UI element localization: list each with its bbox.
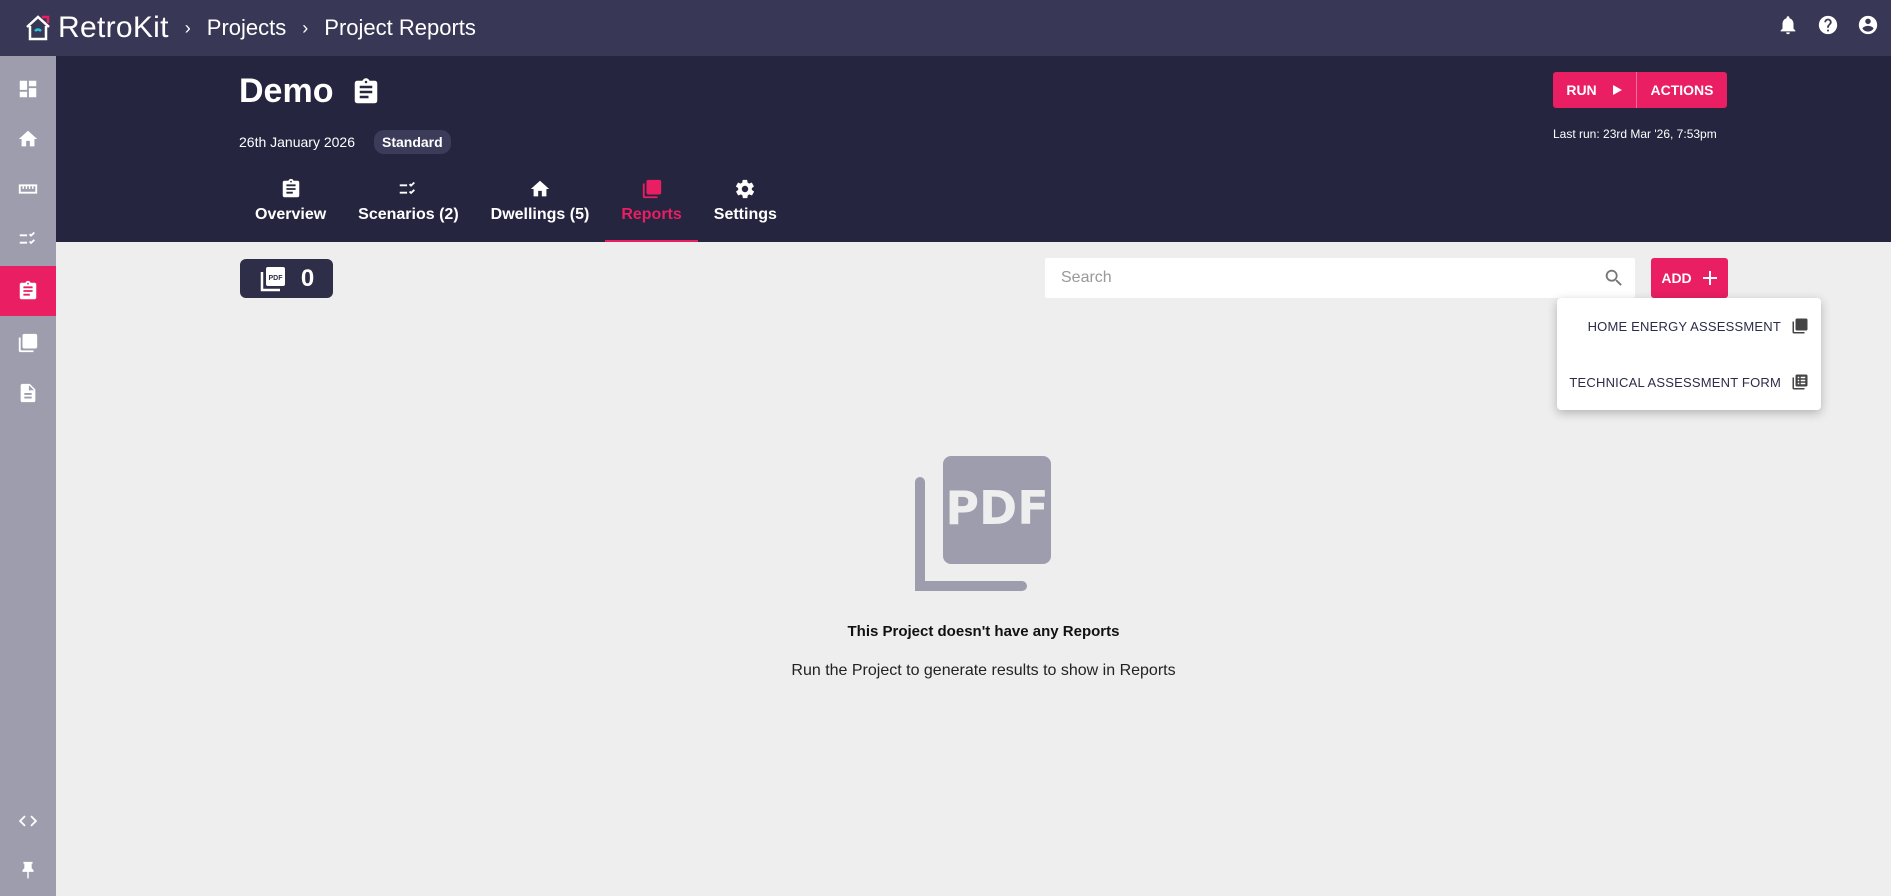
- project-title: Demo: [239, 72, 381, 111]
- sidebar-item-projects[interactable]: [0, 266, 56, 316]
- sidebar-item-home[interactable]: [0, 114, 56, 164]
- checklist-icon: [19, 231, 35, 245]
- play-icon: [1612, 85, 1622, 95]
- sidebar-item-documents[interactable]: [0, 368, 56, 418]
- menu-item-technical-assessment-form[interactable]: TECHNICAL ASSESSMENT FORM: [1569, 362, 1809, 402]
- notifications-bell-icon[interactable]: [1777, 14, 1799, 36]
- search-box: [1045, 258, 1635, 298]
- last-run-text: Last run: 23rd Mar '26, 7:53pm: [1553, 127, 1717, 141]
- clipboard-icon: [355, 77, 378, 103]
- tab-reports[interactable]: Reports: [605, 178, 699, 242]
- empty-state-title: This Project doesn't have any Reports: [847, 623, 1120, 640]
- menu-item-label: HOME ENERGY ASSESSMENT: [1587, 318, 1781, 334]
- app-logo[interactable]: RetroKit: [24, 11, 169, 45]
- gear-icon: [736, 179, 755, 199]
- pdf-icon: [18, 333, 38, 353]
- menu-item-label: TECHNICAL ASSESSMENT FORM: [1569, 374, 1781, 390]
- project-title-text: Demo: [239, 72, 334, 110]
- run-button[interactable]: RUN: [1553, 72, 1637, 108]
- account-avatar-icon[interactable]: [1857, 14, 1879, 36]
- tab-scenarios[interactable]: Scenarios (2): [342, 178, 474, 242]
- ruler-icon: [18, 184, 38, 194]
- pdf-icon: PDF: [260, 266, 285, 291]
- left-sidebar: [0, 56, 56, 896]
- svg-text:PDF: PDF: [268, 275, 283, 282]
- svg-text:PDF: PDF: [945, 481, 1048, 535]
- document-icon: [20, 383, 36, 403]
- sidebar-item-measurements[interactable]: [0, 164, 56, 214]
- plus-icon: [1702, 271, 1717, 285]
- run-button-label: RUN: [1566, 82, 1597, 98]
- top-bar: RetroKit › Projects › Project Reports: [0, 0, 1891, 56]
- breadcrumb-separator: ›: [302, 17, 309, 38]
- empty-reports-pdf-icon: PDF: [915, 456, 1051, 591]
- clipboard-icon: [19, 280, 37, 300]
- pdf-icon: [642, 179, 661, 199]
- project-tabs: Overview Scenarios (2) Dwellings (5) Rep…: [239, 178, 793, 242]
- tab-settings[interactable]: Settings: [698, 178, 793, 242]
- retrokit-logo-icon: [26, 15, 50, 41]
- dashboard-icon: [19, 80, 37, 98]
- tab-label: Dwellings (5): [490, 206, 590, 223]
- pin-icon: [22, 861, 34, 879]
- actions-button[interactable]: ACTIONS: [1637, 72, 1727, 108]
- tab-label: Reports: [621, 206, 682, 223]
- report-count-chip: PDF 0: [240, 259, 333, 298]
- project-date: 26th January 2026: [239, 134, 355, 150]
- run-actions-group: RUN ACTIONS: [1553, 72, 1727, 108]
- home-icon: [530, 180, 550, 197]
- sidebar-item-scenarios[interactable]: [0, 214, 56, 264]
- code-icon: [18, 815, 38, 827]
- search-icon: [1605, 269, 1622, 286]
- project-header: Demo 26th January 2026 Standard RUN ACTI…: [56, 56, 1891, 242]
- menu-item-home-energy-assessment[interactable]: HOME ENERGY ASSESSMENT: [1588, 306, 1809, 346]
- breadcrumb-projects[interactable]: Projects: [207, 15, 286, 41]
- search-input[interactable]: [1045, 258, 1603, 298]
- empty-state-subtitle: Run the Project to generate results to s…: [791, 662, 1176, 679]
- checklist-icon: [400, 181, 416, 195]
- app-name: RetroKit: [58, 11, 169, 44]
- report-count: 0: [300, 264, 315, 292]
- help-icon[interactable]: [1817, 14, 1839, 36]
- table-icon: [1792, 374, 1808, 390]
- tab-label: Scenarios (2): [358, 206, 459, 223]
- tab-dwellings[interactable]: Dwellings (5): [475, 178, 606, 242]
- add-button-label: ADD: [1661, 270, 1692, 286]
- sidebar-pin-button[interactable]: [0, 846, 56, 896]
- sidebar-item-developer[interactable]: [0, 796, 56, 846]
- breadcrumb-separator: ›: [184, 17, 191, 38]
- breadcrumb-project-reports: Project Reports: [324, 15, 476, 40]
- tab-label: Settings: [713, 206, 777, 223]
- tab-label: Overview: [255, 206, 327, 223]
- tab-overview[interactable]: Overview: [239, 178, 342, 242]
- home-icon: [18, 130, 38, 147]
- sidebar-item-dashboard[interactable]: [0, 64, 56, 114]
- add-report-menu: HOME ENERGY ASSESSMENT TECHNICAL ASSESSM…: [1557, 298, 1821, 410]
- sidebar-item-reports[interactable]: [0, 318, 56, 368]
- clipboard-icon: [282, 178, 299, 198]
- project-type-badge: Standard: [374, 130, 451, 154]
- add-report-button[interactable]: ADD: [1651, 258, 1728, 298]
- pdf-icon: [1792, 318, 1808, 334]
